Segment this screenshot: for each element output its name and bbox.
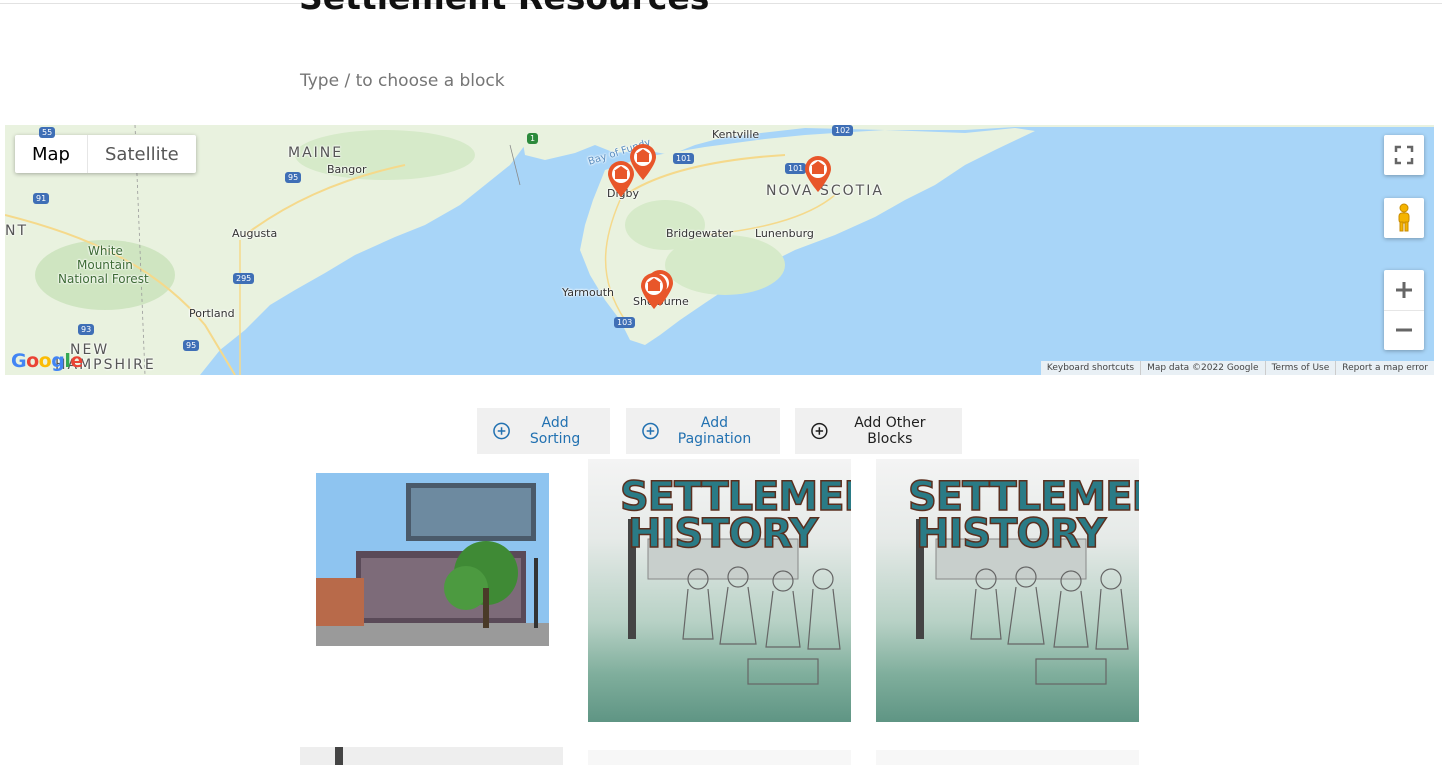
- map-block[interactable]: Map Satellite MAINE Bangor Augusta Portl…: [5, 125, 1434, 375]
- highway-shield: 295: [233, 273, 255, 284]
- report-map-error-link[interactable]: Report a map error: [1335, 361, 1434, 375]
- art-title-line2: HISTORY: [915, 511, 1107, 557]
- highway-shield: 101: [673, 153, 695, 164]
- minus-icon: [1396, 328, 1412, 332]
- keyboard-shortcuts-link[interactable]: Keyboard shortcuts: [1041, 361, 1140, 375]
- zoom-in-button[interactable]: [1384, 270, 1424, 311]
- map-marker-icon[interactable]: [639, 272, 669, 310]
- resource-image-settlement-history[interactable]: SETTLEMENT HISTORY: [876, 459, 1139, 722]
- map-label-portland: Portland: [189, 307, 235, 320]
- map-label-lunenburg: Lunenburg: [755, 227, 814, 240]
- fullscreen-button[interactable]: [1384, 135, 1424, 175]
- page-title[interactable]: Settlement Resources: [299, 0, 709, 17]
- map-label-national-forest: National Forest: [58, 272, 149, 286]
- resource-image-partial[interactable]: [876, 750, 1139, 765]
- fullscreen-icon: [1394, 145, 1414, 165]
- highway-shield: 103: [614, 317, 636, 328]
- terms-of-use-link[interactable]: Terms of Use: [1264, 361, 1336, 375]
- pegman-icon: [1398, 203, 1410, 232]
- editor-top-border: [0, 0, 1442, 4]
- map-label-mountain: Mountain: [77, 258, 133, 272]
- plus-circle-icon: [642, 422, 659, 440]
- plus-circle-icon: [493, 422, 510, 440]
- art-title-line2: HISTORY: [627, 511, 819, 557]
- map-base-layer: [5, 125, 1434, 375]
- add-sorting-button[interactable]: Add Sorting: [477, 408, 610, 454]
- highway-shield: 95: [183, 340, 200, 351]
- map-data-credit: Map data ©2022 Google: [1140, 361, 1265, 375]
- highway-shield: 91: [33, 193, 50, 204]
- highway-shield: 55: [39, 127, 56, 138]
- map-label-bangor: Bangor: [327, 163, 367, 176]
- map-attribution-bar: Keyboard shortcuts Map data ©2022 Google…: [1040, 361, 1434, 375]
- zoom-control: [1384, 270, 1424, 350]
- zoom-out-button[interactable]: [1384, 311, 1424, 351]
- library-photo: [316, 473, 549, 646]
- map-label-white: White: [88, 244, 123, 258]
- map-label-kentville: Kentville: [712, 128, 760, 141]
- highway-shield: 95: [285, 172, 302, 183]
- add-other-blocks-label: Add Other Blocks: [854, 415, 926, 447]
- add-pagination-label: Add Pagination: [677, 415, 752, 447]
- map-label-yarmouth: Yarmouth: [562, 286, 614, 299]
- map-label-augusta: Augusta: [232, 227, 278, 240]
- highway-shield: 1: [527, 133, 539, 144]
- plus-circle-icon: [811, 422, 828, 440]
- map-type-map[interactable]: Map: [15, 135, 87, 173]
- map-label-vermont: NT: [5, 223, 29, 239]
- map-marker-icon[interactable]: [803, 155, 833, 193]
- add-sorting-label: Add Sorting: [529, 415, 581, 447]
- partial-artwork-detail: [335, 747, 343, 765]
- highway-shield: 102: [832, 125, 854, 136]
- map-type-control: Map Satellite: [15, 135, 196, 173]
- resource-image-partial[interactable]: [300, 747, 563, 765]
- map-type-satellite[interactable]: Satellite: [87, 135, 196, 173]
- map-marker-icon[interactable]: [606, 160, 636, 198]
- map-label-bridgewater: Bridgewater: [666, 227, 734, 240]
- resource-image-settlement-history[interactable]: SETTLEMENT HISTORY: [588, 459, 851, 722]
- add-other-blocks-button[interactable]: Add Other Blocks: [795, 408, 962, 454]
- add-pagination-button[interactable]: Add Pagination: [626, 408, 780, 454]
- highway-shield: 93: [78, 324, 95, 335]
- resource-image-partial[interactable]: [588, 750, 851, 765]
- google-logo[interactable]: Google: [11, 350, 83, 372]
- block-placeholder[interactable]: Type / to choose a block: [300, 71, 505, 91]
- street-view-button[interactable]: [1384, 198, 1424, 238]
- plus-icon: [1396, 281, 1412, 298]
- map-label-maine: MAINE: [288, 145, 344, 161]
- resource-image-library[interactable]: [316, 473, 549, 646]
